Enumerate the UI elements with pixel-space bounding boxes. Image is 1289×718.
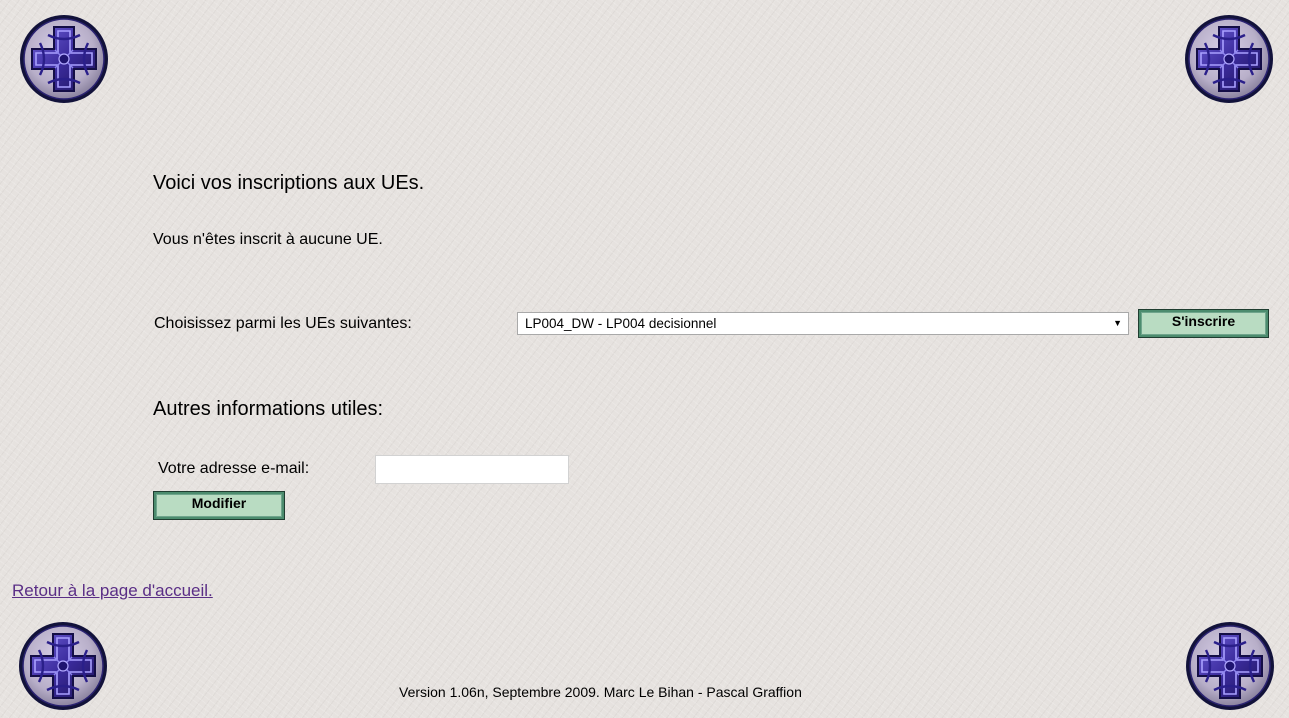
- subscribe-button-label: S'inscrire: [1141, 312, 1266, 335]
- modify-button[interactable]: Modifier: [153, 491, 285, 520]
- dropdown-arrow-icon: ▼: [1113, 318, 1122, 328]
- no-subscription-message: Vous n'êtes inscrit à aucune UE.: [153, 231, 383, 248]
- modify-button-label: Modifier: [156, 494, 282, 517]
- page-title: Voici vos inscriptions aux UEs.: [153, 172, 425, 194]
- celtic-cross-logo-icon: [1183, 13, 1275, 105]
- celtic-cross-logo-icon: [18, 13, 110, 105]
- other-info-heading: Autres informations utiles:: [153, 398, 384, 420]
- ue-select[interactable]: LP004_DW - LP004 decisionnel ▼: [517, 312, 1129, 335]
- email-label: Votre adresse e-mail:: [158, 460, 310, 477]
- ue-select-value: LP004_DW - LP004 decisionnel: [525, 316, 717, 331]
- ue-select-label: Choisissez parmi les UEs suivantes:: [154, 315, 412, 332]
- footer-version: Version 1.06n, Septembre 2009. Marc Le B…: [399, 684, 802, 700]
- celtic-cross-logo-icon: [17, 620, 109, 712]
- subscribe-button[interactable]: S'inscrire: [1138, 309, 1269, 338]
- home-link[interactable]: Retour à la page d'accueil.: [12, 581, 213, 601]
- celtic-cross-logo-icon: [1184, 620, 1276, 712]
- email-input[interactable]: [375, 455, 569, 484]
